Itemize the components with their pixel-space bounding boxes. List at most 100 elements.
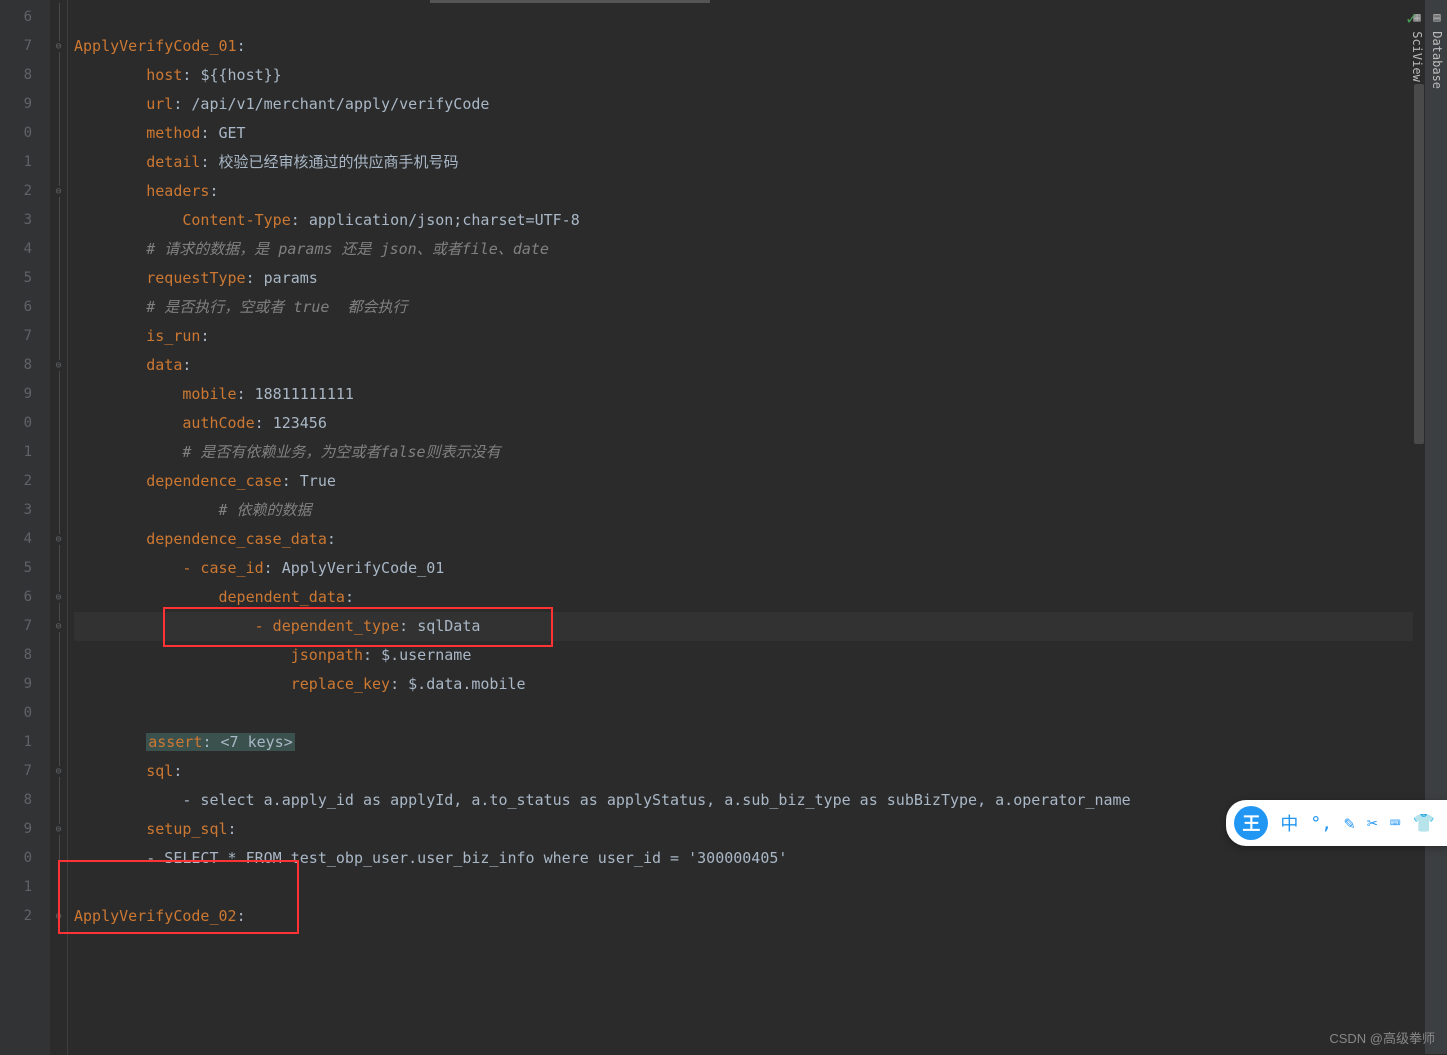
code-line[interactable]: data: xyxy=(74,351,1425,380)
ime-punct-icon[interactable]: °, xyxy=(1310,813,1332,834)
editor-container: 67890123456789012345678901789012 ⊖⊖⊖⊖⊖⊖⊖… xyxy=(0,0,1425,1055)
ime-logo[interactable]: 王 xyxy=(1234,806,1268,840)
ime-toolbar[interactable]: 王 中 °, ✎ ✂ ⌨ 👕 xyxy=(1226,800,1447,846)
ime-scissors-icon[interactable]: ✂ xyxy=(1367,813,1378,834)
fold-marker[interactable] xyxy=(50,119,67,148)
fold-column[interactable]: ⊖⊖⊖⊖⊖⊖⊖⊖⊖ xyxy=(50,0,68,1055)
fold-marker[interactable] xyxy=(50,148,67,177)
fold-marker[interactable] xyxy=(50,873,67,902)
database-icon: ▤ xyxy=(1430,10,1444,31)
fold-marker[interactable]: ⊖ xyxy=(50,757,67,786)
code-line[interactable]: setup_sql: xyxy=(74,815,1425,844)
code-line[interactable]: - select a.apply_id as applyId, a.to_sta… xyxy=(74,786,1425,815)
fold-marker[interactable] xyxy=(50,670,67,699)
fold-marker[interactable] xyxy=(50,206,67,235)
fold-marker[interactable] xyxy=(50,322,67,351)
check-icon: ✓ xyxy=(1406,8,1417,29)
code-line[interactable]: host: ${{host}} xyxy=(74,61,1425,90)
code-line[interactable]: # 请求的数据，是 params 还是 json、或者file、date xyxy=(74,235,1425,264)
code-line[interactable]: authCode: 123456 xyxy=(74,409,1425,438)
fold-marker[interactable]: ⊖ xyxy=(50,32,67,61)
fold-marker[interactable]: ⊖ xyxy=(50,902,67,931)
fold-marker[interactable]: ⊖ xyxy=(50,177,67,206)
code-line[interactable]: - case_id: ApplyVerifyCode_01 xyxy=(74,554,1425,583)
watermark: CSDN @高级拳师 xyxy=(1329,1028,1435,1047)
fold-marker[interactable] xyxy=(50,728,67,757)
code-line[interactable]: headers: xyxy=(74,177,1425,206)
fold-marker[interactable] xyxy=(50,467,67,496)
fold-marker[interactable] xyxy=(50,61,67,90)
code-line[interactable]: requestType: params xyxy=(74,264,1425,293)
fold-marker[interactable]: ⊖ xyxy=(50,815,67,844)
line-number: 4 xyxy=(0,525,50,554)
code-line[interactable]: - SELECT * FROM test_obp_user.user_biz_i… xyxy=(74,844,1425,873)
code-line[interactable]: # 依赖的数据 xyxy=(74,496,1425,525)
ime-keyboard-icon[interactable]: ⌨ xyxy=(1390,813,1401,834)
line-number: 5 xyxy=(0,264,50,293)
code-line[interactable]: is_run: xyxy=(74,322,1425,351)
line-number: 8 xyxy=(0,641,50,670)
code-line[interactable] xyxy=(74,873,1425,902)
line-number: 0 xyxy=(0,409,50,438)
code-line[interactable]: ApplyVerifyCode_01: xyxy=(74,32,1425,61)
code-line[interactable]: Content-Type: application/json;charset=U… xyxy=(74,206,1425,235)
fold-marker[interactable] xyxy=(50,264,67,293)
line-number: 8 xyxy=(0,351,50,380)
line-number: 3 xyxy=(0,496,50,525)
line-number: 1 xyxy=(0,728,50,757)
line-number: 7 xyxy=(0,757,50,786)
line-number: 6 xyxy=(0,583,50,612)
code-line[interactable]: dependence_case_data: xyxy=(74,525,1425,554)
code-line[interactable] xyxy=(74,3,1425,32)
code-line[interactable]: assert: <7 keys> xyxy=(74,728,1425,757)
code-line[interactable]: method: GET xyxy=(74,119,1425,148)
line-number: 5 xyxy=(0,554,50,583)
code-line[interactable]: mobile: 18811111111 xyxy=(74,380,1425,409)
code-line[interactable]: dependent_data: xyxy=(74,583,1425,612)
code-line[interactable]: - dependent_type: sqlData xyxy=(74,612,1425,641)
code-area[interactable]: ApplyVerifyCode_01: host: ${{host}} url:… xyxy=(68,0,1425,1055)
code-line[interactable]: # 是否执行，空或者 true 都会执行 xyxy=(74,293,1425,322)
fold-marker[interactable] xyxy=(50,844,67,873)
fold-marker[interactable] xyxy=(50,235,67,264)
code-line[interactable]: # 是否有依赖业务，为空或者false则表示没有 xyxy=(74,438,1425,467)
line-number: 8 xyxy=(0,61,50,90)
fold-marker[interactable]: ⊖ xyxy=(50,583,67,612)
line-number: 9 xyxy=(0,90,50,119)
line-number: 9 xyxy=(0,380,50,409)
line-number: 1 xyxy=(0,438,50,467)
fold-marker[interactable]: ⊖ xyxy=(50,612,67,641)
ime-edit-icon[interactable]: ✎ xyxy=(1344,813,1355,834)
fold-marker[interactable] xyxy=(50,380,67,409)
line-number: 0 xyxy=(0,119,50,148)
fold-marker[interactable] xyxy=(50,786,67,815)
fold-marker[interactable] xyxy=(50,438,67,467)
line-number: 9 xyxy=(0,670,50,699)
fold-marker[interactable] xyxy=(50,496,67,525)
code-line[interactable]: ApplyVerifyCode_02: xyxy=(74,902,1425,931)
fold-marker[interactable]: ⊖ xyxy=(50,525,67,554)
code-line[interactable]: dependence_case: True xyxy=(74,467,1425,496)
code-line[interactable]: sql: xyxy=(74,757,1425,786)
line-number-gutter[interactable]: 67890123456789012345678901789012 xyxy=(0,0,50,1055)
code-line[interactable]: detail: 校验已经审核通过的供应商手机号码 xyxy=(74,148,1425,177)
fold-marker[interactable] xyxy=(50,90,67,119)
right-tab-sciview[interactable]: ▦ SciView xyxy=(1407,0,1427,1055)
ime-lang-toggle[interactable]: 中 xyxy=(1280,810,1298,836)
code-line[interactable]: replace_key: $.data.mobile xyxy=(74,670,1425,699)
code-line[interactable]: url: /api/v1/merchant/apply/verifyCode xyxy=(74,90,1425,119)
fold-marker[interactable] xyxy=(50,554,67,583)
fold-marker[interactable]: ⊖ xyxy=(50,351,67,380)
code-line[interactable] xyxy=(74,699,1425,728)
line-number: 2 xyxy=(0,902,50,931)
right-tool-panel: ▤ Database ▦ SciView xyxy=(1425,0,1447,1055)
fold-marker[interactable] xyxy=(50,641,67,670)
ime-skin-icon[interactable]: 👕 xyxy=(1413,813,1435,834)
fold-marker[interactable] xyxy=(50,293,67,322)
fold-marker[interactable] xyxy=(50,699,67,728)
fold-marker[interactable] xyxy=(50,409,67,438)
code-line[interactable]: jsonpath: $.username xyxy=(74,641,1425,670)
right-tab-database[interactable]: ▤ Database xyxy=(1427,0,1447,1055)
line-number: 7 xyxy=(0,32,50,61)
fold-marker[interactable] xyxy=(50,3,67,32)
